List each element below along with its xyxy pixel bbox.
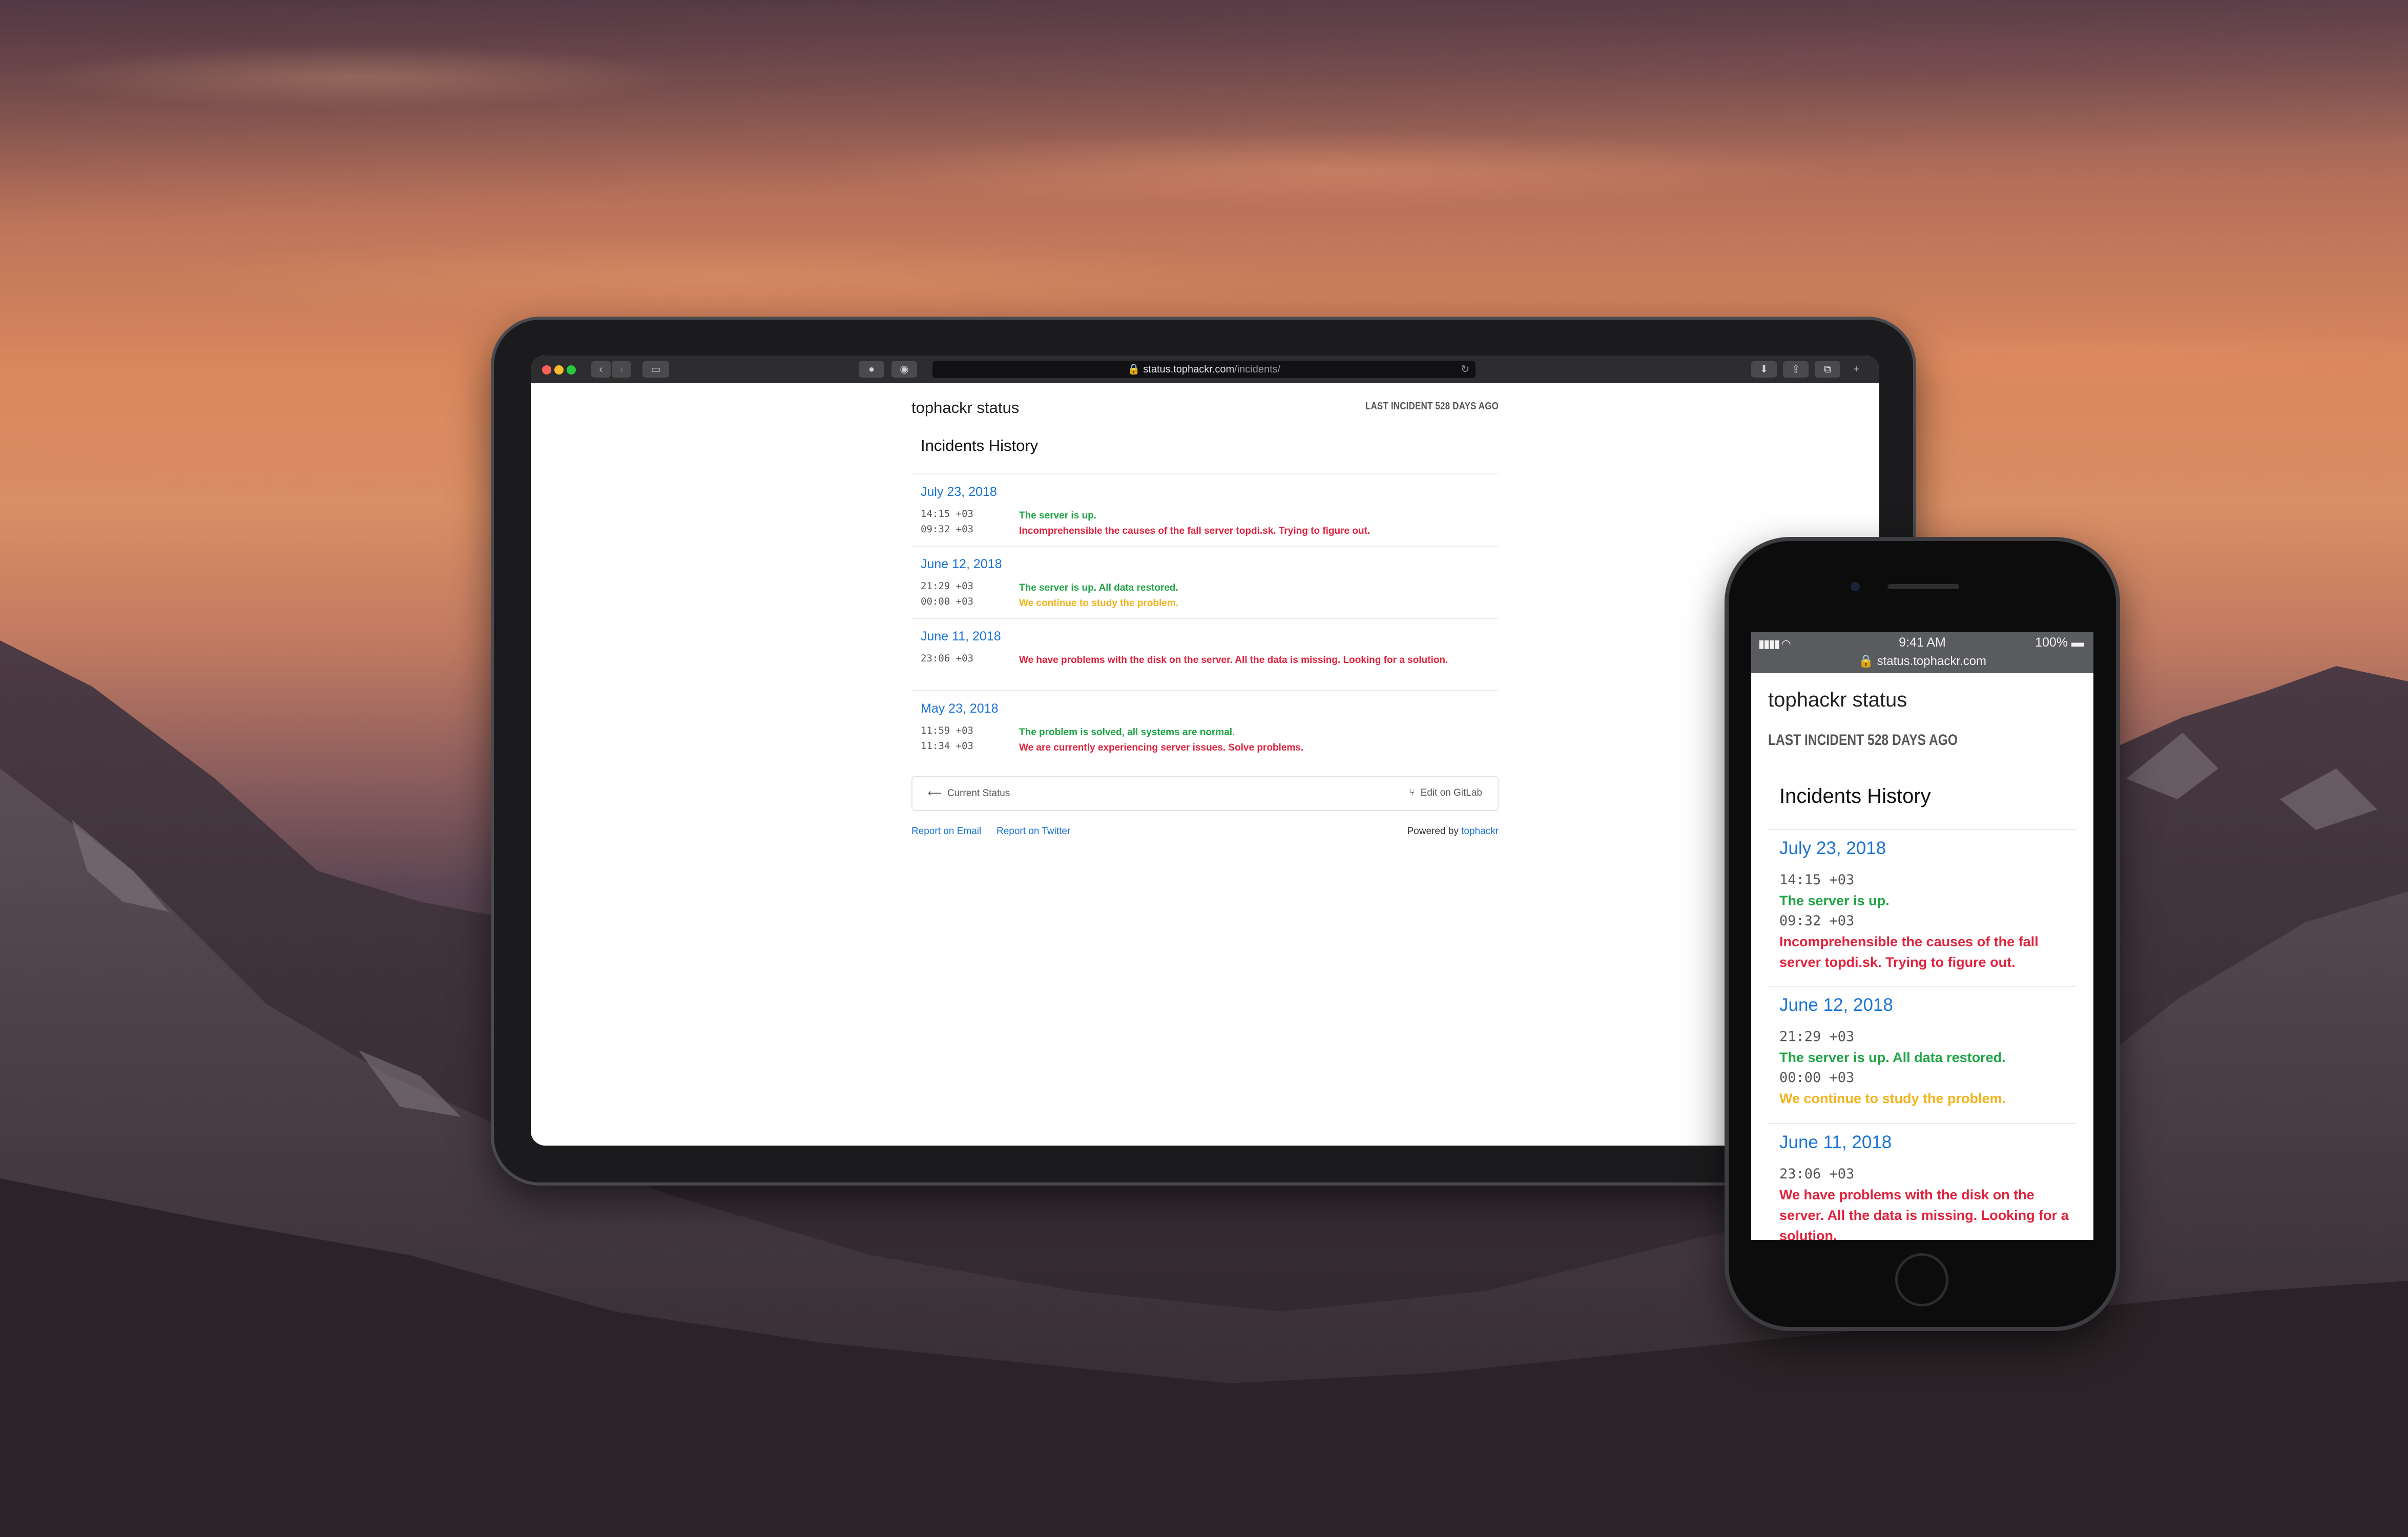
entry-time: 14:15 +03 bbox=[1779, 872, 1855, 888]
battery-indicator: 100% ▬ bbox=[2035, 635, 2084, 650]
entry-time: 21:29 +03 bbox=[921, 580, 973, 592]
incident-day: May 23, 2018 11:59 +03 The problem is so… bbox=[911, 691, 1499, 759]
phone-device: ▮▮▮▮ ◠ 9:41 AM 100% ▬ 🔒 status.tophackr.… bbox=[1729, 541, 2116, 1327]
git-branch-icon: ⑂ bbox=[1409, 787, 1416, 798]
home-button[interactable] bbox=[1895, 1253, 1948, 1306]
incident-date[interactable]: June 12, 2018 bbox=[1779, 995, 1893, 1015]
arrow-left-icon: ⟵ bbox=[928, 788, 942, 799]
page-navigation: ⟵ Current Status ⑂ Edit on GitLab bbox=[911, 776, 1499, 811]
site-title[interactable]: tophackr status bbox=[911, 399, 1019, 417]
current-status-label: Current Status bbox=[947, 788, 1010, 799]
entry-message: We are currently experiencing server iss… bbox=[1019, 742, 1304, 753]
new-tab-icon[interactable]: + bbox=[1847, 361, 1865, 378]
entry-time: 00:00 +03 bbox=[1779, 1070, 1855, 1086]
front-camera bbox=[1851, 582, 1860, 591]
tabs-overview-icon[interactable]: ⧉ bbox=[1815, 361, 1840, 378]
back-button[interactable]: ‹ bbox=[591, 361, 611, 378]
zoom-window-icon[interactable] bbox=[567, 365, 576, 375]
forward-button[interactable]: › bbox=[612, 361, 631, 378]
incident-day: July 23, 2018 14:15 +03 The server is up… bbox=[1768, 830, 2077, 987]
entry-message: The server is up. bbox=[1019, 510, 1097, 521]
incident-date[interactable]: June 11, 2018 bbox=[1779, 1132, 1892, 1153]
entry-time: 14:15 +03 bbox=[921, 508, 973, 520]
entry-message: The problem is solved, all systems are n… bbox=[1019, 727, 1235, 738]
phone-status-bar: ▮▮▮▮ ◠ 9:41 AM 100% ▬ 🔒 status.tophackr.… bbox=[1751, 632, 2093, 673]
status-page: tophackr status LAST INCIDENT 528 DAYS A… bbox=[911, 383, 1499, 837]
minimize-window-icon[interactable] bbox=[554, 365, 564, 375]
phone-url: status.tophackr.com bbox=[1877, 654, 1986, 668]
reload-icon[interactable]: ↻ bbox=[1461, 361, 1469, 378]
extension-icon[interactable]: ● bbox=[859, 361, 884, 378]
incident-date[interactable]: July 23, 2018 bbox=[921, 485, 997, 500]
powered-by-label: Powered by bbox=[1407, 826, 1459, 837]
entry-message: We continue to study the problem. bbox=[1779, 1091, 2006, 1106]
battery-percent: 100% bbox=[2035, 635, 2068, 650]
incident-day: June 12, 2018 21:29 +03 The server is up… bbox=[911, 547, 1499, 619]
entry-time: 23:06 +03 bbox=[1779, 1166, 1855, 1182]
powered-by-link[interactable]: tophackr bbox=[1461, 826, 1499, 837]
incident-date[interactable]: May 23, 2018 bbox=[921, 701, 999, 716]
close-window-icon[interactable] bbox=[542, 365, 551, 375]
tablet-device: ‹ › ▭ ● ◉ 🔒 status.tophackr.com/incident… bbox=[494, 320, 1913, 1182]
entry-time: 11:59 +03 bbox=[921, 725, 973, 736]
last-incident-label: LAST INCIDENT 528 DAYS AGO bbox=[1768, 732, 1958, 749]
downloads-icon[interactable]: ⬇ bbox=[1751, 361, 1777, 378]
incident-day: June 12, 2018 21:29 +03 The server is up… bbox=[1768, 987, 2077, 1124]
powered-by: Powered by tophackr bbox=[1407, 826, 1499, 837]
incident-date[interactable]: July 23, 2018 bbox=[1779, 838, 1886, 859]
incident-date[interactable]: June 12, 2018 bbox=[921, 557, 1002, 572]
incident-day: July 23, 2018 14:15 +03 The server is up… bbox=[911, 474, 1499, 547]
incident-day: June 11, 2018 23:06 +03 We have problems… bbox=[1768, 1124, 2077, 1240]
site-title[interactable]: tophackr status bbox=[1768, 689, 1907, 712]
entry-time: 23:06 +03 bbox=[921, 653, 973, 664]
browser-toolbar: ‹ › ▭ ● ◉ 🔒 status.tophackr.com/incident… bbox=[531, 356, 1879, 383]
incident-day: June 11, 2018 23:06 +03 We have problems… bbox=[911, 619, 1499, 691]
entry-message: Incomprehensible the causes of the fall … bbox=[1779, 934, 2039, 970]
url-path: /incidents/ bbox=[1234, 364, 1281, 375]
url-host: status.tophackr.com bbox=[1143, 364, 1235, 375]
privacy-icon[interactable]: ◉ bbox=[891, 361, 917, 378]
sidebar-toggle-icon[interactable]: ▭ bbox=[642, 361, 669, 378]
incidents-history-title: Incidents History bbox=[921, 437, 1039, 454]
entry-message: Incomprehensible the causes of the fall … bbox=[1019, 526, 1371, 536]
phone-address-bar[interactable]: 🔒 status.tophackr.com bbox=[1751, 654, 2093, 669]
entry-message: We have problems with the disk on the se… bbox=[1779, 1187, 2069, 1240]
lock-icon: 🔒 bbox=[1858, 654, 1874, 668]
entry-message: The server is up. All data restored. bbox=[1019, 583, 1178, 593]
incident-date[interactable]: June 11, 2018 bbox=[921, 629, 1001, 644]
incidents-history-title: Incidents History bbox=[1779, 785, 1931, 807]
entry-time: 11:34 +03 bbox=[921, 740, 973, 752]
phone-screen: ▮▮▮▮ ◠ 9:41 AM 100% ▬ 🔒 status.tophackr.… bbox=[1751, 632, 2093, 1240]
tablet-screen: ‹ › ▭ ● ◉ 🔒 status.tophackr.com/incident… bbox=[531, 356, 1879, 1146]
entry-message: We continue to study the problem. bbox=[1019, 598, 1179, 609]
current-status-link[interactable]: ⟵ Current Status bbox=[928, 787, 1010, 799]
last-incident-label: LAST INCIDENT 528 DAYS AGO bbox=[1365, 401, 1499, 412]
edit-on-gitlab-label: Edit on GitLab bbox=[1420, 787, 1482, 798]
address-bar[interactable]: 🔒 status.tophackr.com/incidents/ ↻ bbox=[932, 361, 1476, 378]
site-header: tophackr status LAST INCIDENT 528 DAYS A… bbox=[911, 383, 1499, 425]
report-email-link[interactable]: Report on Email bbox=[911, 826, 981, 837]
edit-on-gitlab-link[interactable]: ⑂ Edit on GitLab bbox=[1409, 787, 1482, 799]
entry-time: 21:29 +03 bbox=[1779, 1029, 1855, 1045]
battery-icon: ▬ bbox=[2071, 635, 2084, 650]
entry-time: 09:32 +03 bbox=[921, 524, 973, 535]
share-icon[interactable]: ⇪ bbox=[1783, 361, 1809, 378]
entry-time: 00:00 +03 bbox=[921, 596, 973, 607]
report-twitter-link[interactable]: Report on Twitter bbox=[997, 826, 1070, 837]
earpiece-speaker bbox=[1887, 584, 1959, 589]
entry-message: The server is up. All data restored. bbox=[1779, 1050, 2006, 1065]
entry-message: The server is up. bbox=[1779, 893, 1890, 908]
lock-icon: 🔒 bbox=[1127, 364, 1140, 375]
entry-message: We have problems with the disk on the se… bbox=[1019, 655, 1448, 666]
entry-time: 09:32 +03 bbox=[1779, 913, 1855, 929]
